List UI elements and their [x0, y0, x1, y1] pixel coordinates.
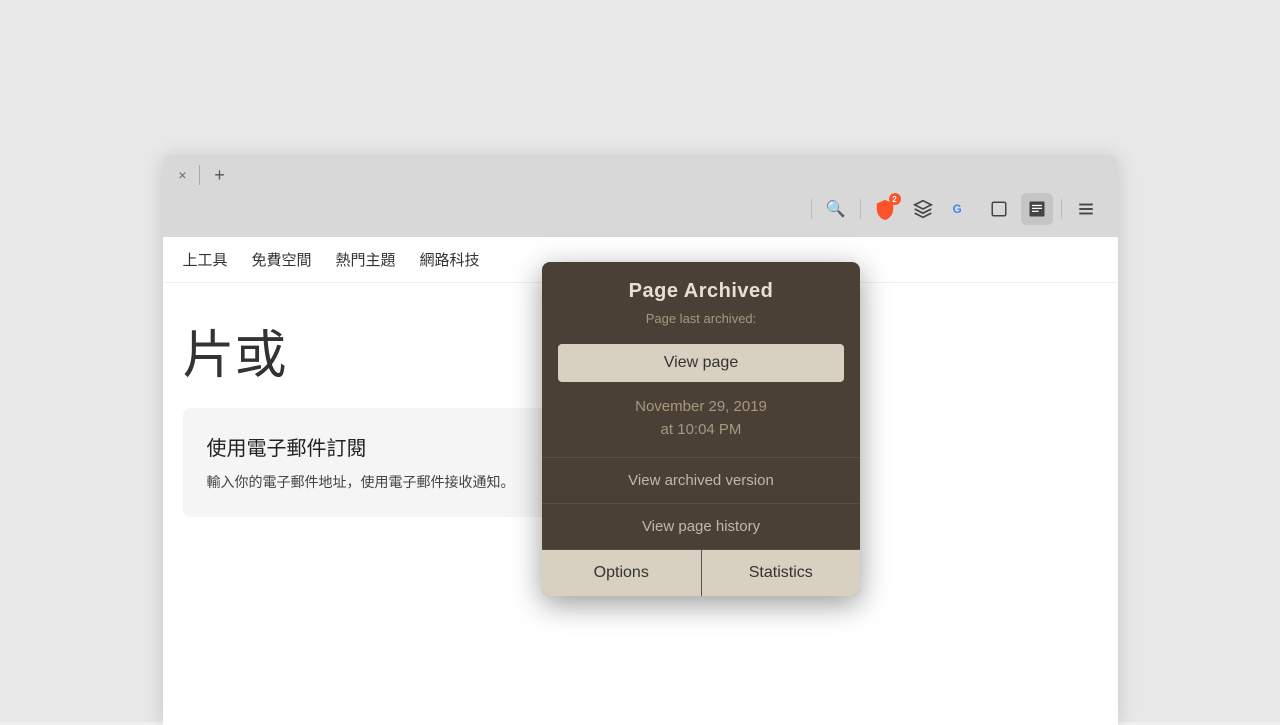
popup-header: Page Archived Page last archived:: [542, 262, 860, 336]
toolbar-separator: [811, 199, 812, 219]
view-page-button[interactable]: View page: [558, 344, 844, 382]
wayback-machine-icon[interactable]: [1021, 193, 1053, 225]
options-button[interactable]: Options: [542, 550, 702, 596]
popup-title: Page Archived: [558, 280, 844, 303]
popup-footer: Options Statistics: [542, 549, 860, 596]
new-tab-button[interactable]: +: [208, 163, 232, 187]
popup-date: November 29, 2019 at 10:04 PM: [542, 390, 860, 457]
statistics-button[interactable]: Statistics: [702, 550, 861, 596]
nav-item-free-space[interactable]: 免費空間: [252, 249, 312, 270]
toolbar: 🔍 2 G: [163, 187, 1118, 231]
popup-subtitle: Page last archived:: [558, 311, 844, 326]
brave-shield-icon[interactable]: 2: [869, 193, 901, 225]
search-icon[interactable]: 🔍: [820, 193, 852, 225]
translate-icon[interactable]: G: [945, 193, 977, 225]
nav-item-tools[interactable]: 上工具: [183, 249, 228, 270]
tab-divider: [199, 165, 200, 185]
wayback-popup: Page Archived Page last archived: View p…: [542, 262, 860, 596]
view-archived-link[interactable]: View archived version: [542, 457, 860, 503]
nav-item-internet-tech[interactable]: 網路科技: [420, 249, 480, 270]
svg-text:G: G: [952, 203, 961, 216]
toolbar-separator-2: [860, 199, 861, 219]
nav-item-popular-topics[interactable]: 熱門主題: [336, 249, 396, 270]
window-icon[interactable]: [983, 193, 1015, 225]
tab-close-button[interactable]: ×: [175, 167, 191, 183]
menu-icon[interactable]: [1070, 193, 1102, 225]
view-history-link[interactable]: View page history: [542, 503, 860, 549]
toolbar-separator-3: [1061, 199, 1062, 219]
tab-bar: × +: [163, 155, 1118, 187]
layers-icon[interactable]: [907, 193, 939, 225]
shield-badge: 2: [889, 193, 901, 205]
